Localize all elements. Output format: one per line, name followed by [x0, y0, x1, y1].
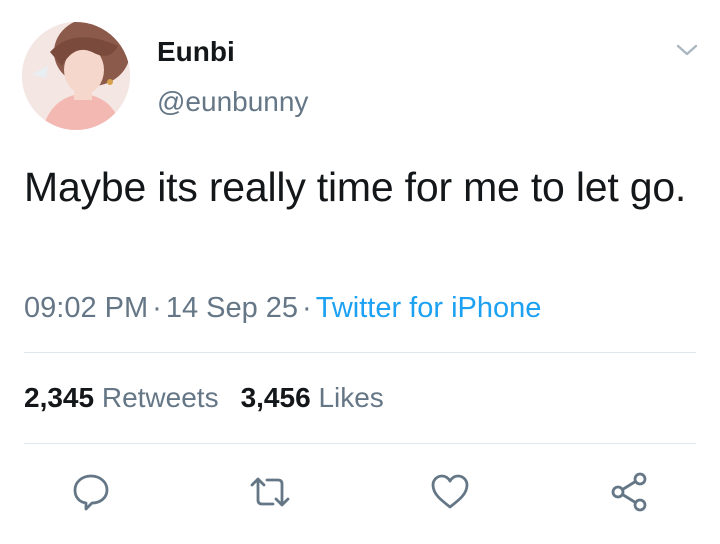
meta-separator: · [302, 292, 312, 324]
chevron-down-icon[interactable] [672, 38, 702, 62]
avatar-image [22, 22, 130, 130]
likes-count: 3,456 [240, 382, 311, 413]
avatar[interactable] [22, 22, 130, 130]
tweet-meta: 09:02 PM · 14 Sep 25 · Twitter for iPhone [24, 290, 541, 326]
divider [24, 443, 696, 444]
meta-separator: · [152, 292, 162, 324]
likes-label: Likes [318, 382, 384, 413]
tweet-source-link[interactable]: Twitter for iPhone [316, 292, 542, 324]
share-icon[interactable] [607, 470, 651, 514]
retweets-count: 2,345 [24, 382, 95, 413]
divider [24, 352, 696, 353]
tweet-time: 09:02 PM [24, 292, 149, 324]
retweets-stat[interactable]: 2,345 Retweets [24, 382, 219, 413]
tweet-text: Maybe its really time for me to let go. [24, 164, 687, 210]
tweet-detail: Eunbi @eunbunny Maybe its really time fo… [0, 0, 720, 544]
tweet-stats: 2,345 Retweets 3,456 Likes [24, 381, 384, 415]
likes-stat[interactable]: 3,456 Likes [241, 382, 384, 413]
tweet-date: 14 Sep 25 [165, 292, 299, 324]
retweet-icon[interactable] [248, 470, 292, 514]
display-name[interactable]: Eunbi [157, 35, 235, 69]
user-handle[interactable]: @eunbunny [157, 85, 308, 119]
heart-icon[interactable] [428, 470, 472, 514]
reply-icon[interactable] [69, 470, 113, 514]
retweets-label: Retweets [101, 382, 219, 413]
